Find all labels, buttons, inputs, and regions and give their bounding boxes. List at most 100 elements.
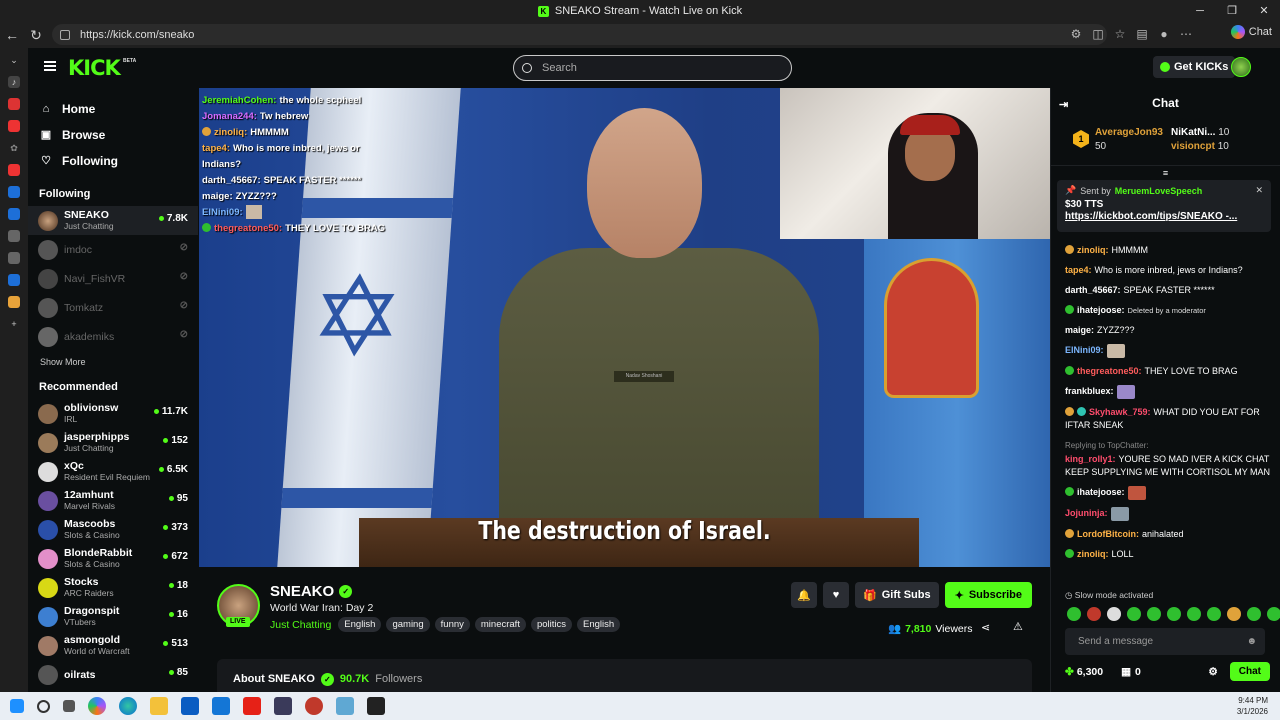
tag-pill[interactable]: politics	[530, 617, 573, 632]
extensions-icon[interactable]: ⚙	[1068, 26, 1084, 42]
youtube-icon[interactable]	[243, 697, 261, 715]
emote-icon[interactable]	[1147, 607, 1161, 621]
emoji-icon[interactable]: ☻	[1246, 636, 1257, 647]
chat-input[interactable]: Send a message ☻	[1065, 628, 1265, 655]
copilot-taskbar-icon[interactable]	[88, 697, 106, 715]
add-icon[interactable]: +	[8, 318, 20, 330]
pinned-sender[interactable]: MeruemLoveSpeech	[1115, 186, 1203, 196]
sidebar-channel[interactable]: imdoc ⊘	[28, 235, 198, 264]
subscribe-button[interactable]: ✦ Subscribe	[944, 582, 1032, 608]
category-link[interactable]: Just Chatting	[270, 619, 331, 631]
close-button[interactable]: ✕	[1248, 0, 1280, 22]
leaderboard-name[interactable]: visioncpt	[1171, 141, 1215, 152]
edge-icon[interactable]	[119, 697, 137, 715]
settings-icon[interactable]: ✿	[8, 142, 20, 154]
unpin-icon[interactable]: ✕	[1255, 185, 1263, 196]
sidebar-channel[interactable]: Stocks ARC Raiders 18	[28, 573, 198, 602]
sidebar-channel[interactable]: Dragonspit VTubers 16	[28, 602, 198, 631]
task-view-icon[interactable]	[63, 700, 75, 712]
video-player[interactable]: ✡ Nadav Shoshani The destruction of Isra…	[199, 88, 1050, 567]
nav-home[interactable]: ⌂ Home	[28, 96, 198, 122]
app-icon[interactable]	[274, 697, 292, 715]
chat-username[interactable]: zinoliq:	[1077, 245, 1109, 255]
leaderboard-name[interactable]: AverageJon93	[1095, 126, 1163, 140]
get-kicks-button[interactable]: Get KICKs	[1153, 56, 1236, 78]
sidebar-channel-sneako[interactable]: SNEAKO Just Chatting 7.8K	[28, 206, 198, 235]
chat-username[interactable]: ihatejoose:	[1077, 305, 1125, 315]
report-icon[interactable]: ⚠	[1013, 620, 1023, 633]
user-avatar[interactable]	[1231, 57, 1251, 77]
chat-username[interactable]: zinoliq:	[1077, 549, 1109, 559]
notification-bell-button[interactable]: 🔔	[791, 582, 817, 608]
follow-button[interactable]: ♥	[823, 582, 849, 608]
more-icon[interactable]: ⋯	[1178, 26, 1194, 42]
app-icon[interactable]	[8, 252, 20, 264]
leaderboard-name[interactable]: NiKatNi...	[1171, 127, 1215, 138]
chat-username[interactable]: Skyhawk_759:	[1089, 407, 1151, 417]
nav-browse[interactable]: ▣ Browse	[28, 122, 198, 148]
mail-icon[interactable]	[212, 697, 230, 715]
send-chat-button[interactable]: Chat	[1229, 662, 1270, 681]
minimize-button[interactable]: ─	[1184, 0, 1216, 22]
sidebar-channel[interactable]: Mascoobs Slots & Casino 373	[28, 515, 198, 544]
app-icon[interactable]	[8, 208, 20, 220]
show-more-link[interactable]: Show More	[28, 357, 198, 367]
profile-icon[interactable]: ●	[1156, 26, 1172, 42]
menu-icon[interactable]	[44, 61, 56, 71]
search-icon[interactable]	[37, 699, 50, 713]
chest-icon[interactable]: ▦	[1121, 666, 1131, 678]
app-icon[interactable]	[367, 697, 385, 715]
tag-pill[interactable]: English	[577, 617, 621, 632]
emote-icon[interactable]	[1227, 607, 1241, 621]
collections-icon[interactable]: ▤	[1134, 26, 1150, 42]
emote-icon[interactable]	[1167, 607, 1181, 621]
app-icon[interactable]	[8, 186, 20, 198]
sidebar-channel[interactable]: akademiks ⊘	[28, 322, 198, 351]
app-icon[interactable]	[8, 230, 20, 242]
expand-leaderboard-icon[interactable]: ≡	[1051, 168, 1280, 178]
emote-icon[interactable]	[1267, 607, 1280, 621]
sidebar-channel[interactable]: BlondeRabbit Slots & Casino 672	[28, 544, 198, 573]
chat-username[interactable]: frankbluex:	[1065, 386, 1114, 396]
emote-icon[interactable]	[1067, 607, 1081, 621]
chat-username[interactable]: thegreatone50:	[1077, 366, 1142, 376]
split-icon[interactable]: ◫	[1090, 26, 1106, 42]
sidebar-channel[interactable]: asmongold World of Warcraft 513	[28, 631, 198, 660]
tag-pill[interactable]: funny	[434, 617, 470, 632]
share-icon[interactable]: ⋖	[981, 621, 990, 634]
kick-logo[interactable]: KICK	[68, 56, 121, 80]
emote-icon[interactable]	[1187, 607, 1201, 621]
app-icon[interactable]	[8, 296, 20, 308]
copilot-button[interactable]: Chat	[1230, 25, 1272, 39]
audio-icon[interactable]: ♪	[8, 76, 20, 88]
windows-start-icon[interactable]	[10, 699, 24, 713]
chat-username[interactable]: ElNini09:	[1065, 345, 1104, 355]
channel-points[interactable]: ✤ 6,300	[1065, 666, 1103, 678]
gift-subs-button[interactable]: 🎁 Gift Subs	[855, 582, 939, 608]
sidebar-channel[interactable]: oblivionsw IRL 11.7K	[28, 399, 198, 428]
sidebar-channel[interactable]: oilrats 85	[28, 660, 198, 689]
emote-icon[interactable]	[1087, 607, 1101, 621]
pinned-link[interactable]: https://kickbot.com/tips/SNEAKO -...	[1065, 211, 1263, 222]
collapse-icon[interactable]: ⌄	[8, 54, 20, 66]
chat-username[interactable]: maige:	[1065, 325, 1094, 335]
search-input[interactable]: Search	[513, 55, 792, 81]
streamer-name[interactable]: SNEAKO ✓	[270, 583, 353, 600]
chat-username[interactable]: tape4:	[1065, 265, 1092, 275]
emote-icon[interactable]	[1247, 607, 1261, 621]
emote-icon[interactable]	[1127, 607, 1141, 621]
sidebar-channel[interactable]: Navi_FishVR ⊘	[28, 264, 198, 293]
system-clock[interactable]: 9:44 PM 3/1/2026	[1237, 695, 1268, 717]
chat-username[interactable]: king_rolly1:	[1065, 454, 1116, 464]
emote-icon[interactable]	[1107, 607, 1121, 621]
chat-username[interactable]: Jojuninja:	[1065, 508, 1108, 518]
tag-pill[interactable]: English	[338, 617, 382, 632]
chat-username[interactable]: LordofBitcoin:	[1077, 529, 1139, 539]
refresh-icon[interactable]: ↻	[24, 27, 48, 44]
emote-icon[interactable]	[1207, 607, 1221, 621]
sidebar-channel[interactable]: Tomkatz ⊘	[28, 293, 198, 322]
app-icon[interactable]	[8, 164, 20, 176]
app-icon[interactable]	[8, 274, 20, 286]
app-icon[interactable]	[8, 98, 20, 110]
sidebar-channel[interactable]: xQc Resident Evil Requiem 6.5K	[28, 457, 198, 486]
